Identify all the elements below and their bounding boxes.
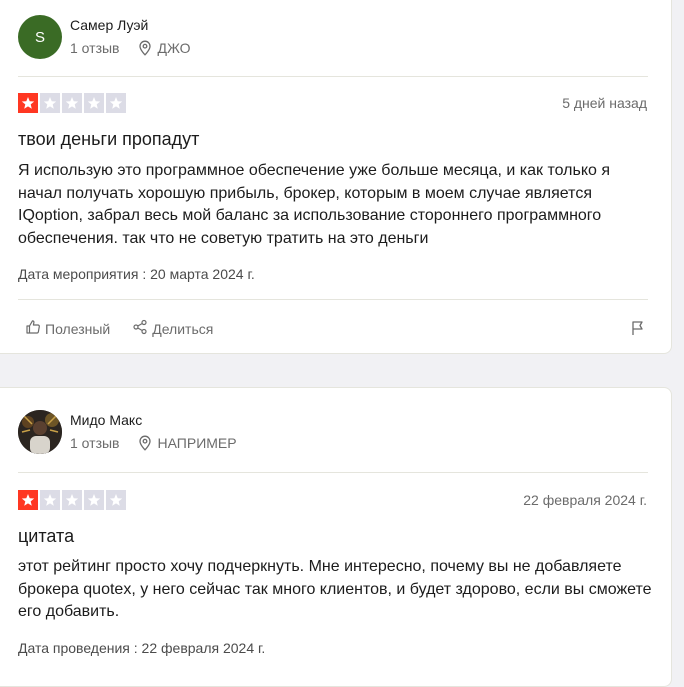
review-date: 5 дней назад — [562, 95, 647, 111]
reviewer-name[interactable]: Мидо Макс — [70, 412, 142, 428]
star-icon — [62, 490, 82, 510]
review-card: Мидо Макс 1 отзыв НАПРИМЕР 22 февраля 20… — [0, 387, 672, 687]
avatar-photo — [18, 410, 62, 454]
useful-button[interactable]: Полезный — [25, 319, 110, 338]
share-button[interactable]: Делиться — [132, 319, 213, 338]
experience-date: Дата проведения : 22 февраля 2024 г. — [18, 640, 266, 656]
reviewer-location: НАПРИМЕР — [157, 435, 237, 451]
avatar-letter: S — [34, 28, 45, 46]
review-count: 1 отзыв — [70, 40, 120, 56]
reviewer-header: Мидо Макс 1 отзыв НАПРИМЕР — [18, 410, 648, 456]
review-actions: Полезный Делиться — [25, 319, 213, 338]
experience-date: Дата мероприятия : 20 марта 2024 г. — [18, 266, 255, 282]
share-icon — [132, 319, 148, 338]
star-icon — [18, 93, 38, 113]
star-icon — [62, 93, 82, 113]
map-pin-icon — [138, 435, 152, 451]
divider — [18, 299, 648, 300]
useful-label: Полезный — [45, 320, 111, 337]
star-icon — [84, 93, 104, 113]
review-body: Я использую это программное обеспечение … — [18, 162, 610, 247]
star-icon — [106, 93, 126, 113]
star-rating — [18, 93, 126, 113]
reviewer-location: ДЖО — [157, 40, 191, 56]
review-body: этот рейтинг просто хочу подчеркнуть. Мн… — [18, 558, 652, 620]
review-date: 22 февраля 2024 г. — [523, 492, 647, 508]
star-icon — [40, 93, 60, 113]
map-pin-icon — [138, 40, 152, 56]
reviewer-meta: 1 отзыв НАПРИМЕР — [70, 435, 237, 451]
thumbs-up-icon — [25, 319, 41, 338]
avatar[interactable] — [18, 410, 62, 454]
share-label: Делиться — [152, 320, 214, 337]
review-title[interactable]: цитата — [18, 526, 74, 547]
review-card: S Самер Луэй 1 отзыв ДЖО 5 дней назад тв… — [0, 0, 672, 354]
divider — [18, 472, 648, 473]
reviewer-meta: 1 отзыв ДЖО — [70, 40, 191, 56]
avatar[interactable]: S — [18, 15, 62, 59]
divider — [18, 76, 648, 77]
star-icon — [84, 490, 104, 510]
star-icon — [18, 490, 38, 510]
review-count: 1 отзыв — [70, 435, 120, 451]
reviewer-name[interactable]: Самер Луэй — [70, 17, 148, 33]
star-rating — [18, 490, 126, 510]
flag-icon[interactable] — [631, 320, 645, 336]
review-title[interactable]: твои деньги пропадут — [18, 129, 199, 150]
star-icon — [106, 490, 126, 510]
star-icon — [40, 490, 60, 510]
reviewer-header: S Самер Луэй 1 отзыв ДЖО — [18, 15, 648, 61]
